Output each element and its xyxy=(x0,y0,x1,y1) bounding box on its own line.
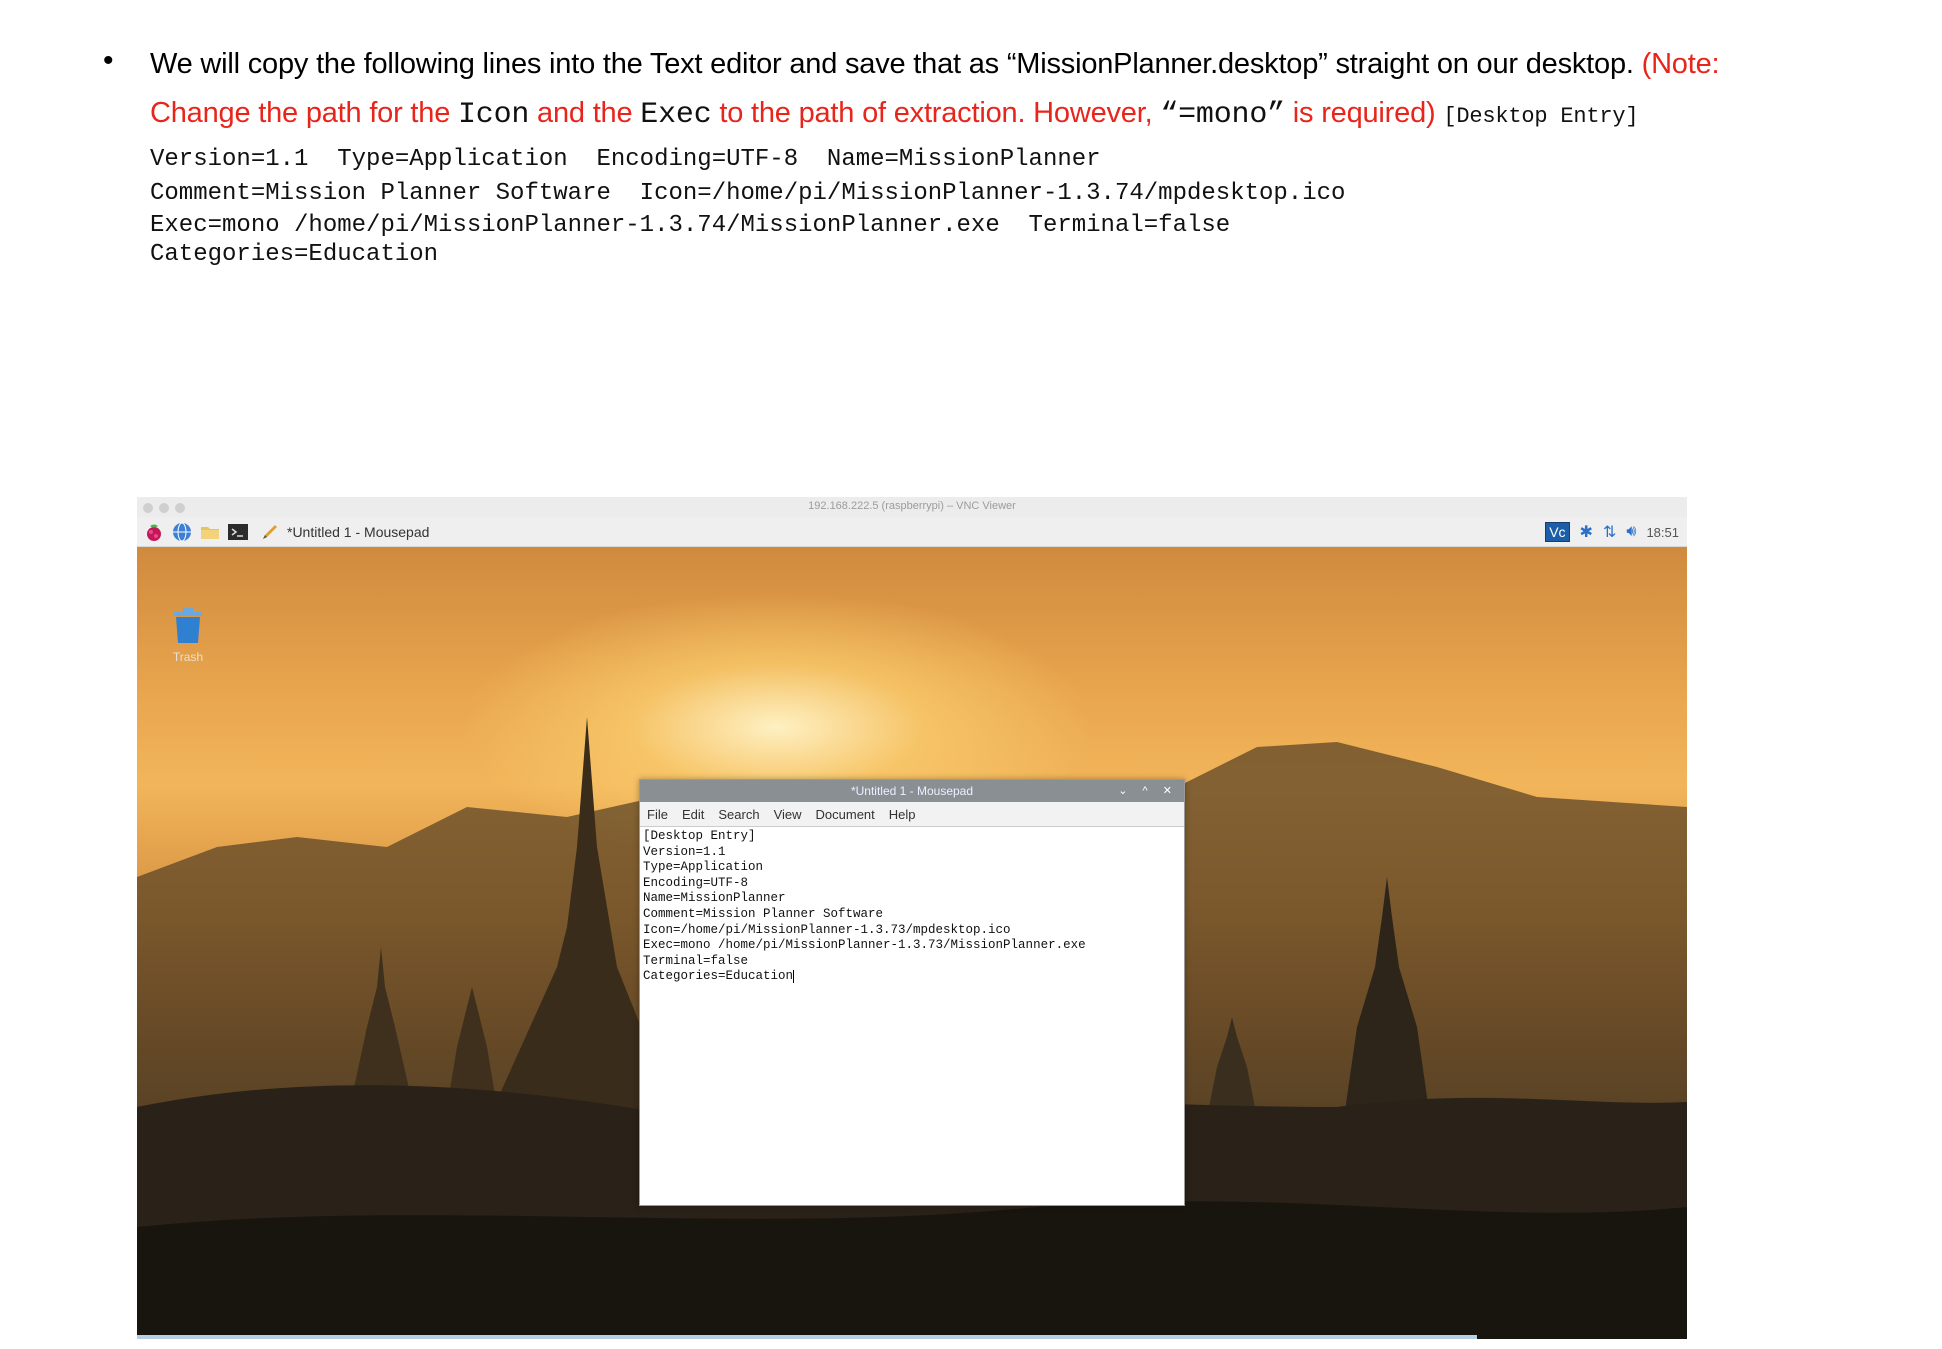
text-editor-area[interactable]: [Desktop Entry] Version=1.1 Type=Applicati… xyxy=(640,827,1184,987)
editor-line: Name=MissionPlanner xyxy=(643,891,786,906)
mousepad-titlebar[interactable]: *Untitled 1 - Mousepad ⌄ ^ ✕ xyxy=(640,780,1184,802)
desktop-background: Trash *Untitled 1 - Mousepad ⌄ ^ ✕ File … xyxy=(137,547,1687,1339)
trash-label: Trash xyxy=(172,650,204,664)
network-icon[interactable]: ⇅ xyxy=(1603,522,1616,542)
taskbar: *Untitled 1 - Mousepad Vc ✱ ⇅ 🔊︎ 18:51 xyxy=(137,517,1687,547)
instruction-text: We will copy the following lines into th… xyxy=(150,48,1634,80)
editor-line: Exec=mono /home/pi/MissionPlanner-1.3.73… xyxy=(643,938,1086,953)
menubar: File Edit Search View Document Help xyxy=(640,802,1184,827)
bluetooth-icon[interactable]: ✱ xyxy=(1580,522,1593,542)
system-tray: Vc ✱ ⇅ 🔊︎ 18:51 xyxy=(1545,521,1679,543)
mousepad-window: *Untitled 1 - Mousepad ⌄ ^ ✕ File Edit S… xyxy=(639,779,1185,1206)
editor-line: Encoding=UTF-8 xyxy=(643,875,749,890)
editor-line: Categories=Education xyxy=(643,969,794,984)
menu-help[interactable]: Help xyxy=(889,807,916,822)
editor-line: Icon=/home/pi/MissionPlanner-1.3.73/mpde… xyxy=(643,922,1011,937)
menu-edit[interactable]: Edit xyxy=(682,807,704,822)
window-title: *Untitled 1 - Mousepad xyxy=(850,784,974,798)
taskbar-task-mousepad[interactable]: *Untitled 1 - Mousepad xyxy=(287,524,429,540)
note-required: is required) xyxy=(1284,97,1436,129)
note-open: (Note: xyxy=(1641,48,1720,80)
note-and: and the xyxy=(529,97,641,129)
menu-document[interactable]: Document xyxy=(816,807,875,822)
note-icon-keyword: Icon xyxy=(457,98,530,132)
raspberry-menu-icon[interactable] xyxy=(143,521,165,543)
editor-line-last: Categories=Education xyxy=(643,969,1181,985)
text-caret xyxy=(793,969,795,983)
web-browser-icon[interactable] xyxy=(171,521,193,543)
note-change: Change the path for the xyxy=(150,97,458,129)
volume-icon[interactable]: 🔊︎ xyxy=(1626,523,1636,541)
editor-line: Terminal=false xyxy=(643,953,749,968)
bullet: • xyxy=(103,44,114,77)
note-to-path: to the path of extraction. However, xyxy=(711,97,1161,129)
editor-line: Version=1.1 xyxy=(643,844,726,859)
editor-line: Type=Application xyxy=(643,860,764,875)
mousepad-icon[interactable] xyxy=(259,521,281,543)
vnc-title: 192.168.222.5 (raspberrypi) – VNC Viewer xyxy=(808,500,1016,512)
window-controls[interactable]: ⌄ ^ ✕ xyxy=(1118,780,1178,802)
terminal-icon[interactable] xyxy=(227,521,249,543)
note-mono-keyword: “=mono” xyxy=(1160,98,1285,132)
horizontal-scrollbar[interactable] xyxy=(137,1335,1477,1339)
trash-icon[interactable] xyxy=(170,607,206,645)
desktop-entry-header: [Desktop Entry] xyxy=(1443,104,1639,129)
clock: 18:51 xyxy=(1646,524,1679,540)
code-line: Exec=mono /home/pi/MissionPlanner-1.3.74… xyxy=(150,212,1231,239)
editor-line: [Desktop Entry] xyxy=(643,829,756,843)
editor-line: Comment=Mission Planner Software xyxy=(643,906,884,921)
instruction-line-2: Change the path for the Icon and the Exe… xyxy=(150,97,1639,132)
menu-file[interactable]: File xyxy=(647,807,668,822)
vnc-titlebar: 192.168.222.5 (raspberrypi) – VNC Viewer xyxy=(137,497,1687,517)
vnc-server-icon[interactable]: Vc xyxy=(1545,522,1570,542)
file-manager-icon[interactable] xyxy=(199,521,221,543)
menu-view[interactable]: View xyxy=(774,807,802,822)
vnc-screenshot: 192.168.222.5 (raspberrypi) – VNC Viewer… xyxy=(137,497,1687,1339)
code-line: Comment=Mission Planner Software Icon=/h… xyxy=(150,180,1346,207)
code-line: Categories=Education xyxy=(150,241,439,268)
code-line: Version=1.1 Type=Application Encoding=UT… xyxy=(150,146,1101,173)
instruction-line-1: We will copy the following lines into th… xyxy=(150,48,1720,81)
menu-search[interactable]: Search xyxy=(718,807,759,822)
note-exec-keyword: Exec xyxy=(640,98,712,132)
